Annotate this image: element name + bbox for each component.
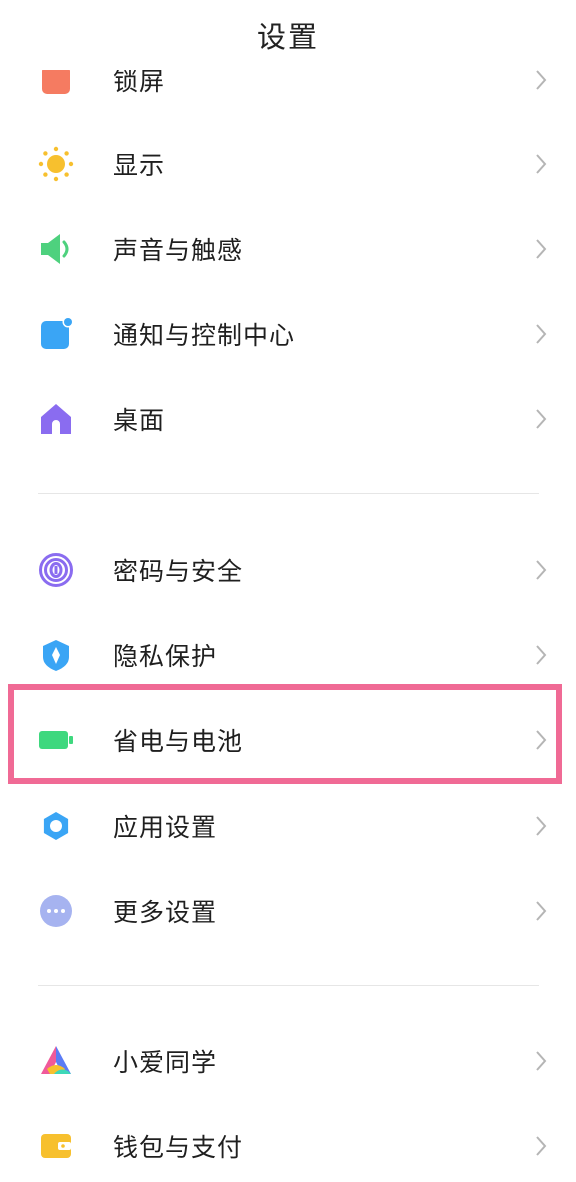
chevron-right-icon (536, 324, 547, 344)
chevron-right-icon (536, 70, 547, 90)
settings-item-xiaoai[interactable]: 小爱同学 (0, 1019, 576, 1103)
speaker-icon (38, 231, 74, 267)
settings-item-label: 声音与触感 (113, 236, 244, 265)
chevron-right-icon (536, 1136, 547, 1156)
settings-item-label: 隐私保护 (113, 642, 218, 671)
section-divider (38, 493, 539, 494)
chevron-right-icon (536, 154, 547, 174)
settings-item-password-security[interactable]: 密码与安全 (0, 528, 576, 612)
page-title: 设置 (256, 20, 319, 54)
battery-icon (38, 722, 74, 758)
sun-icon (38, 146, 74, 182)
chevron-right-icon (536, 645, 547, 665)
xiaoai-icon (38, 1043, 74, 1079)
settings-item-display[interactable]: 显示 (0, 122, 576, 206)
settings-item-desktop[interactable]: 桌面 (0, 377, 576, 461)
privacy-shield-icon (38, 637, 74, 673)
settings-item-wallet[interactable]: 钱包与支付 (0, 1104, 576, 1182)
settings-item-notifications[interactable]: 通知与控制中心 (0, 292, 576, 376)
settings-item-label: 更多设置 (113, 898, 218, 927)
chevron-right-icon (536, 730, 547, 750)
settings-item-privacy[interactable]: 隐私保护 (0, 613, 576, 697)
home-icon (38, 401, 74, 437)
notification-icon (38, 316, 74, 352)
settings-item-app-settings[interactable]: 应用设置 (0, 784, 576, 868)
chevron-right-icon (536, 816, 547, 836)
settings-item-battery[interactable]: 省电与电池 (0, 698, 576, 782)
settings-item-label: 应用设置 (113, 813, 218, 842)
settings-item-label: 钱包与支付 (113, 1133, 244, 1162)
settings-item-sound[interactable]: 声音与触感 (0, 207, 576, 291)
section-divider (38, 985, 539, 986)
settings-item-more-settings[interactable]: 更多设置 (0, 869, 576, 953)
chevron-right-icon (536, 560, 547, 580)
chevron-right-icon (536, 239, 547, 259)
chevron-right-icon (536, 1051, 547, 1071)
chevron-right-icon (536, 901, 547, 921)
settings-item-label: 密码与安全 (113, 557, 244, 586)
more-icon (38, 893, 74, 929)
settings-item-label: 小爱同学 (113, 1048, 218, 1077)
settings-item-label: 桌面 (113, 406, 166, 435)
gear-icon (38, 808, 74, 844)
header: 设置 (0, 0, 576, 70)
settings-item-label: 通知与控制中心 (113, 321, 296, 350)
settings-item-label: 显示 (113, 151, 166, 180)
settings-item-label: 省电与电池 (113, 727, 244, 756)
fingerprint-icon (38, 552, 74, 588)
settings-screen: 设置 锁屏 显示 声音与触感 通知与控制中心 桌面 密码与安全 隐私保护 省电与… (0, 0, 576, 1182)
wallet-icon (38, 1128, 74, 1164)
chevron-right-icon (536, 409, 547, 429)
